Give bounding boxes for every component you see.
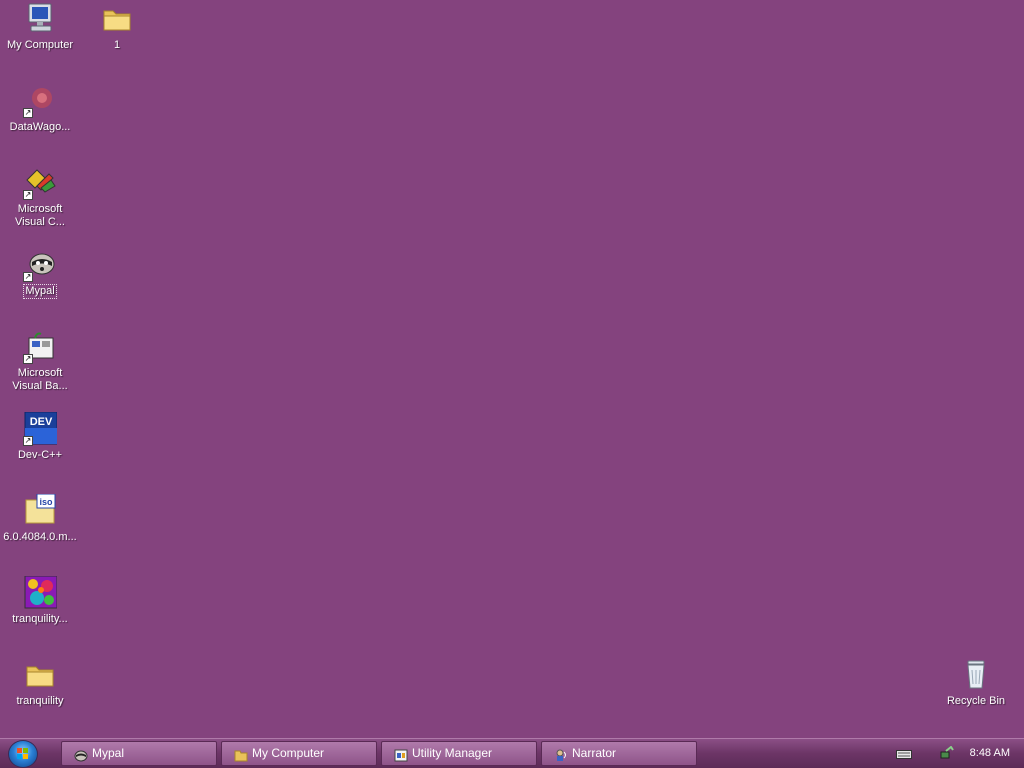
iso-file-icon: iso xyxy=(23,493,57,528)
desktop-icon-visual-cpp[interactable]: ↗ Microsoft Visual C... xyxy=(0,166,80,229)
mypal-icon: ↗ xyxy=(23,248,57,282)
keyboard-icon[interactable] xyxy=(896,750,912,762)
taskbar-button-label: My Computer xyxy=(252,746,325,760)
image-file-icon xyxy=(23,575,58,610)
shortcut-arrow-icon: ↗ xyxy=(23,436,33,446)
desktop-icon-label: 1 xyxy=(113,39,121,51)
folder-icon xyxy=(234,747,248,762)
devcpp-icon: DEV ↗ xyxy=(23,411,58,446)
desktop-icon-mypal[interactable]: ↗ Mypal xyxy=(0,248,80,299)
visual-cpp-icon: ↗ xyxy=(23,166,57,200)
desktop-icon-folder-1[interactable]: 1 xyxy=(77,2,157,52)
desktop-icon-label: Microsoft Visual Ba... xyxy=(12,367,68,392)
mypal-icon xyxy=(74,747,88,762)
windows-logo-icon xyxy=(17,748,29,760)
taskbar-button-label: Narrator xyxy=(572,746,617,760)
desktop-icon-label: tranquility... xyxy=(12,613,68,625)
taskbar-button-utility-manager[interactable]: Utility Manager xyxy=(381,741,537,766)
desktop-icon-label: 6.0.4084.0.m... xyxy=(3,531,77,543)
desktop-icon-recycle-bin[interactable]: Recycle Bin xyxy=(936,658,1016,708)
taskbar-button-my-computer[interactable]: My Computer xyxy=(221,741,377,766)
taskbar-button-mypal[interactable]: Mypal xyxy=(61,741,217,766)
folder-icon xyxy=(23,658,57,692)
desktop-icon-tranquility-image[interactable]: tranquility... xyxy=(0,575,80,626)
shortcut-arrow-icon: ↗ xyxy=(23,190,33,200)
start-button[interactable] xyxy=(8,740,38,768)
desktop-icon-label: Microsoft Visual C... xyxy=(15,203,65,228)
iso-icon-text: iso xyxy=(39,497,53,507)
computer-icon xyxy=(23,2,57,36)
system-tray: 8:48 AM xyxy=(884,739,1024,768)
utility-manager-icon xyxy=(394,747,408,762)
taskbar-button-label: Utility Manager xyxy=(412,746,493,760)
recycle-bin-icon xyxy=(959,658,993,692)
network-icon[interactable] xyxy=(940,745,954,763)
desktop-icon-label: My Computer xyxy=(6,39,74,51)
devcpp-icon-text: DEV xyxy=(30,416,53,428)
taskbar-button-label: Mypal xyxy=(92,746,125,760)
taskbar: Mypal My Computer Utility Manager Narrat… xyxy=(0,738,1024,768)
folder-icon xyxy=(100,2,134,36)
desktop-icon-label: DataWago... xyxy=(9,121,71,133)
desktop-icon-label: Recycle Bin xyxy=(946,695,1006,707)
narrator-icon xyxy=(554,747,568,761)
desktop-icon-tranquility-folder[interactable]: tranquility xyxy=(0,658,80,708)
shortcut-arrow-icon: ↗ xyxy=(23,354,33,364)
shortcut-arrow-icon: ↗ xyxy=(23,272,33,282)
clock[interactable]: 8:48 AM xyxy=(970,747,1010,759)
desktop-icon-label: Mypal xyxy=(23,284,57,299)
datawagon-icon: ↗ xyxy=(23,84,57,118)
desktop-icon-my-computer[interactable]: My Computer xyxy=(0,2,80,52)
taskbar-button-narrator[interactable]: Narrator xyxy=(541,741,697,766)
shortcut-arrow-icon: ↗ xyxy=(23,108,33,118)
visual-basic-icon: ↗ xyxy=(23,330,57,364)
desktop-icon-label: tranquility xyxy=(16,695,64,707)
desktop-icon-devcpp[interactable]: DEV ↗ Dev-C++ xyxy=(0,411,80,462)
desktop-icon-visual-basic[interactable]: ↗ Microsoft Visual Ba... xyxy=(0,330,80,393)
desktop-icon-datawagon[interactable]: ↗ DataWago... xyxy=(0,84,80,134)
desktop-icon-label: Dev-C++ xyxy=(17,449,63,461)
desktop-icon-iso-file[interactable]: iso 6.0.4084.0.m... xyxy=(0,493,80,544)
